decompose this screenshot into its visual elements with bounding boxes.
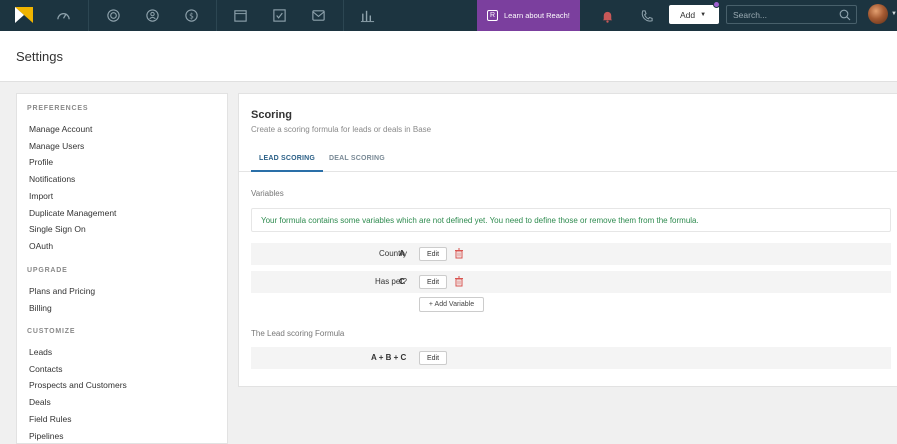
sidebar-heading-upgrade: UPGRADE [27,267,68,274]
variable-row: Has pet? C Edit [251,271,891,293]
sidebar-item-leads[interactable]: Leads [29,347,52,357]
leads-target-icon[interactable] [104,7,122,23]
sidebar-item-manage-account[interactable]: Manage Account [29,124,92,134]
scoring-title: Scoring [251,109,292,121]
page-title: Settings [16,49,63,64]
reports-bar-chart-icon[interactable] [358,7,376,23]
top-nav-bar: $ R Learn about Reach! Add ▼ ▼ [0,0,897,31]
edit-variable-button[interactable]: Edit [419,247,447,261]
notifications-bell-icon[interactable] [598,8,616,24]
sidebar-item-import[interactable]: Import [29,191,53,201]
search-box [726,5,857,24]
reach-label: Learn about Reach! [504,11,570,20]
sidebar-item-prospects-and-customers[interactable]: Prospects and Customers [29,380,127,390]
sidebar-item-field-rules[interactable]: Field Rules [29,414,72,424]
trash-icon[interactable] [454,248,464,259]
nav-separator [88,0,89,31]
add-dropdown-button[interactable]: Add ▼ [669,5,719,24]
add-label: Add [680,9,696,20]
edit-variable-button[interactable]: Edit [419,275,447,289]
sidebar-item-billing[interactable]: Billing [29,303,52,313]
variable-row: Country A Edit [251,243,891,265]
alert-text: Your formula contains some variables whi… [261,215,699,225]
edit-formula-button[interactable]: Edit [419,351,447,365]
add-variable-button[interactable]: + Add Variable [419,297,484,312]
formula-expression: A + B + C [371,353,407,362]
sidebar-item-deals[interactable]: Deals [29,397,51,407]
deals-dollar-icon[interactable]: $ [182,7,200,23]
sidebar-item-single-sign-on[interactable]: Single Sign On [29,224,86,234]
scoring-subtitle: Create a scoring formula for leads or de… [251,125,432,134]
scoring-panel: Scoring Create a scoring formula for lea… [238,93,897,387]
sidebar-item-notifications[interactable]: Notifications [29,174,75,184]
sidebar-item-manage-users[interactable]: Manage Users [29,141,84,151]
sidebar-item-pipelines[interactable]: Pipelines [29,431,64,441]
variable-letter: A [399,249,405,258]
user-avatar[interactable] [868,4,888,24]
nav-separator [343,0,344,31]
dashboard-gauge-icon[interactable] [54,7,72,23]
calendar-icon[interactable] [231,7,249,23]
tab-lead-scoring[interactable]: LEAD SCORING [251,155,324,172]
sidebar-item-profile[interactable]: Profile [29,157,53,167]
sidebar-item-contacts[interactable]: Contacts [29,364,63,374]
formula-row: A + B + C Edit [251,347,891,369]
settings-sidebar: PREFERENCES Manage Account Manage Users … [16,93,228,444]
base-logo-icon[interactable] [15,7,33,23]
nav-separator [216,0,217,31]
variable-letter: C [399,277,405,286]
caret-down-icon: ▼ [700,11,707,18]
sidebar-item-oauth[interactable]: OAuth [29,241,53,251]
search-icon[interactable] [839,9,851,21]
search-input[interactable] [733,9,833,21]
reach-logo-icon: R [487,10,498,21]
sidebar-heading-customize: CUSTOMIZE [27,328,76,335]
trash-icon[interactable] [454,276,464,287]
svg-text:$: $ [189,11,194,20]
undefined-variables-alert: Your formula contains some variables whi… [251,208,891,232]
tasks-checkbox-icon[interactable] [270,7,288,23]
avatar-caret-down-icon[interactable]: ▼ [891,11,897,17]
phone-icon[interactable] [637,8,655,24]
sidebar-heading-preferences: PREFERENCES [27,105,89,112]
scoring-tabs: LEAD SCORING DEAL SCORING [239,149,897,172]
variables-label: Variables [251,189,284,198]
tab-deal-scoring[interactable]: DEAL SCORING [329,155,385,172]
notification-dot [713,1,720,8]
formula-label: The Lead scoring Formula [251,329,345,338]
sidebar-item-plans-and-pricing[interactable]: Plans and Pricing [29,286,95,296]
sidebar-item-duplicate-management[interactable]: Duplicate Management [29,208,116,218]
page-header: Settings [0,31,897,82]
learn-about-reach-button[interactable]: R Learn about Reach! [477,0,580,31]
communications-inbox-icon[interactable] [309,7,327,23]
contacts-person-icon[interactable] [143,7,161,23]
